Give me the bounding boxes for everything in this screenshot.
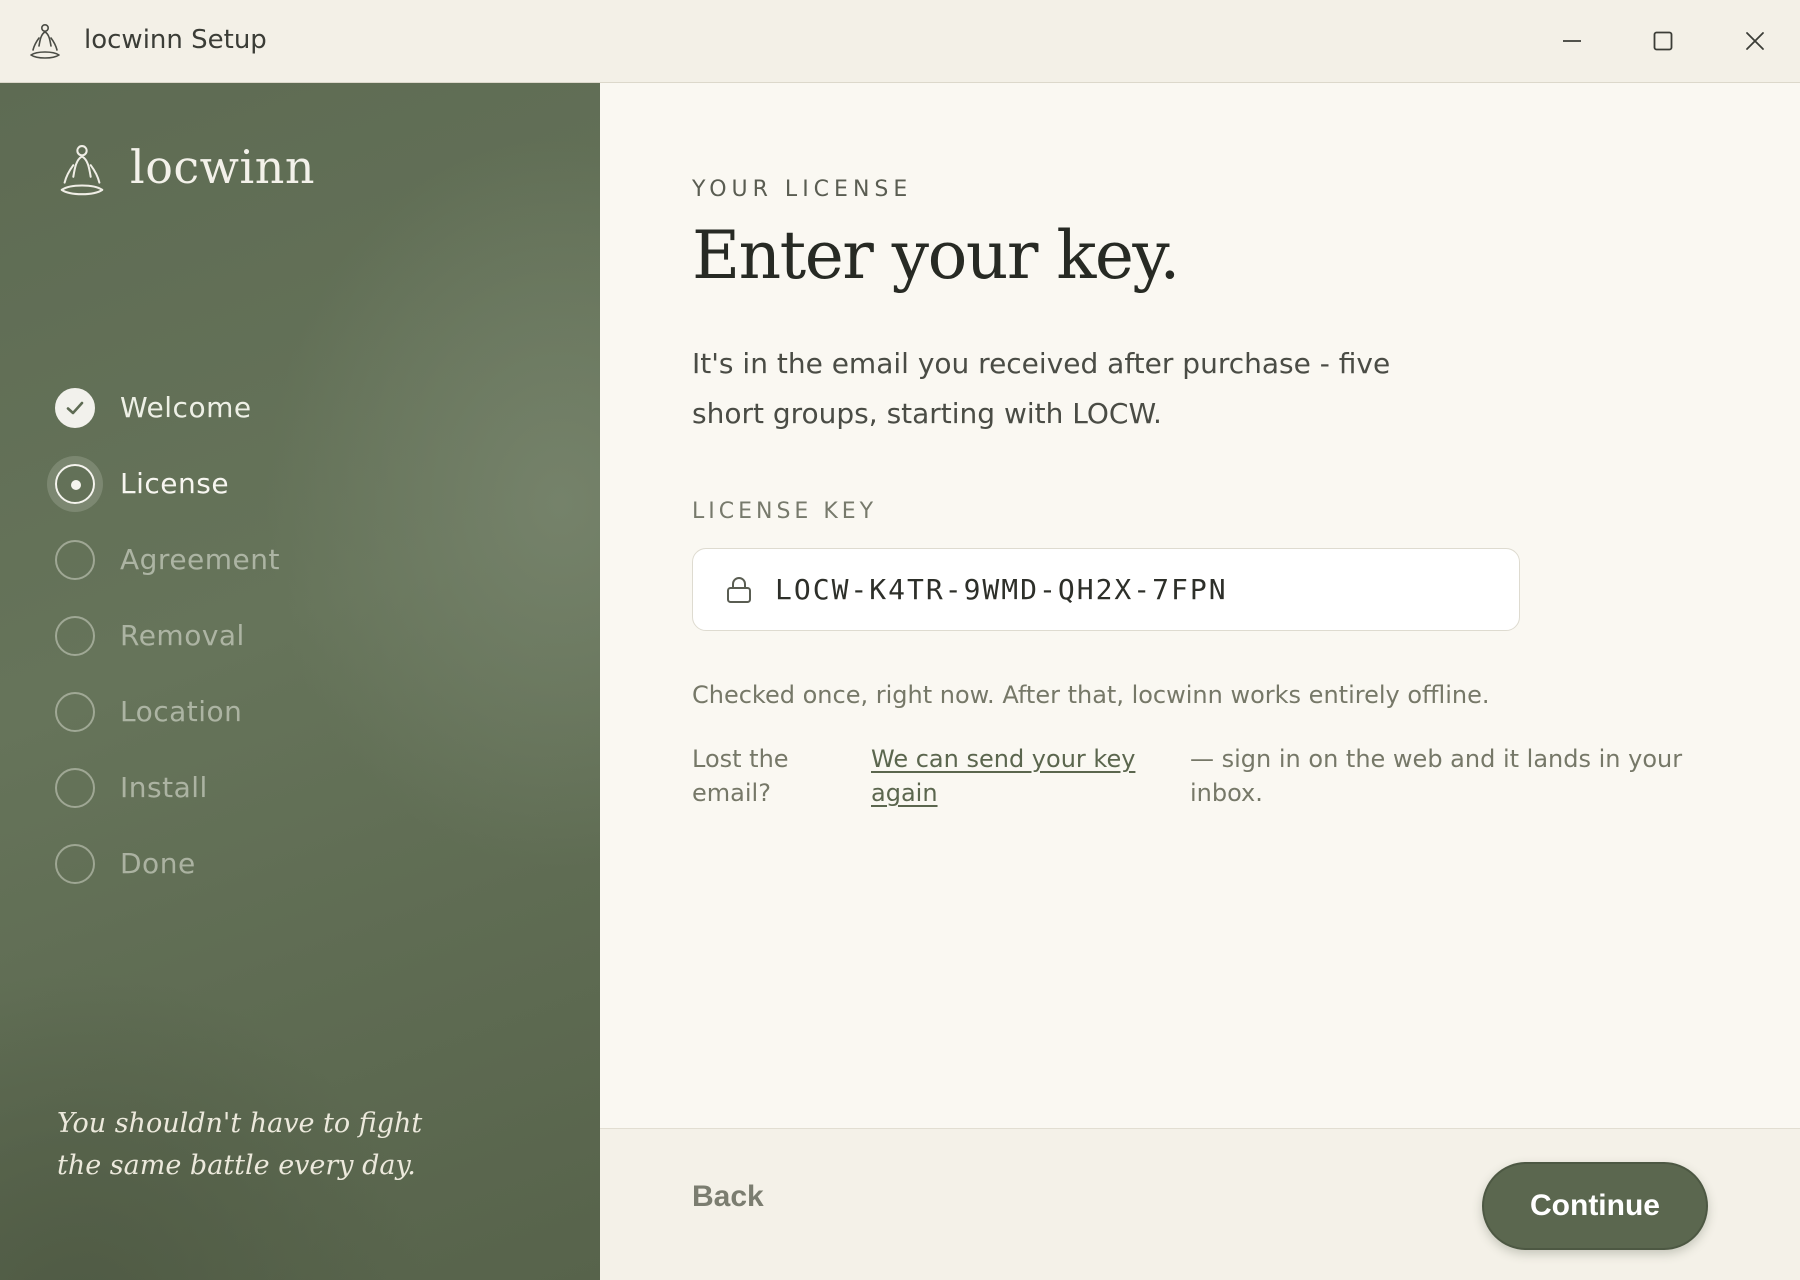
minimize-icon — [1563, 40, 1581, 42]
continue-button[interactable]: Continue — [1482, 1162, 1708, 1250]
wizard-footer: Back Continue — [600, 1128, 1800, 1280]
setup-sidebar: locwinn Welcome License Agreement Remova… — [0, 83, 600, 1280]
step-pending-marker — [55, 692, 95, 732]
maximize-button[interactable] — [1643, 21, 1683, 61]
section-eyebrow: YOUR LICENSE — [692, 177, 913, 202]
step-label: Install — [120, 771, 208, 804]
close-button[interactable] — [1735, 21, 1775, 61]
meditation-logo-icon — [60, 145, 104, 196]
step-pending-marker — [55, 844, 95, 884]
step-license[interactable]: License — [55, 464, 455, 504]
step-label: Welcome — [120, 391, 252, 424]
back-button[interactable]: Back — [692, 1180, 764, 1214]
maximize-icon — [1653, 31, 1673, 51]
window-title: locwinn Setup — [84, 25, 267, 55]
step-pending-marker — [55, 540, 95, 580]
page-title: Enter your key. — [692, 217, 1180, 294]
license-key-field[interactable] — [692, 548, 1520, 631]
step-label: Done — [120, 847, 196, 880]
quote-line: the same battle every day. — [57, 1150, 416, 1181]
step-install[interactable]: Install — [55, 768, 455, 808]
step-label: License — [120, 467, 230, 500]
brand-name: locwinn — [130, 140, 316, 194]
step-label: Removal — [120, 619, 245, 652]
title-bar: locwinn Setup — [0, 0, 1800, 83]
step-complete-marker — [55, 388, 95, 428]
step-location[interactable]: Location — [55, 692, 455, 732]
step-pending-marker — [55, 616, 95, 656]
intro-text: It's in the email you received after pur… — [692, 347, 1391, 430]
step-agreement[interactable]: Agreement — [55, 540, 455, 580]
offline-note: Checked once, right now. After that, loc… — [692, 681, 1490, 709]
checkmark-icon — [66, 401, 84, 415]
step-pending-marker — [55, 768, 95, 808]
lost-email-text: Lost the email? — [692, 745, 789, 807]
meditation-logo-icon — [30, 23, 60, 59]
step-welcome[interactable]: Welcome — [55, 388, 455, 428]
quote-line: You shouldn't have to fight — [57, 1108, 423, 1139]
step-removal[interactable]: Removal — [55, 616, 455, 656]
close-icon — [1746, 32, 1764, 50]
license-key-label: LICENSE KEY — [692, 499, 878, 524]
step-label: Agreement — [120, 543, 281, 576]
minimize-button[interactable] — [1552, 21, 1592, 61]
sidebar-quote: You shouldn't have to fight the same bat… — [57, 1103, 497, 1187]
lock-icon — [727, 576, 751, 603]
step-done[interactable]: Done — [55, 844, 455, 884]
license-key-input[interactable] — [775, 567, 1475, 611]
step-label: Location — [120, 695, 243, 728]
license-panel: YOUR LICENSE Enter your key. It's in the… — [600, 83, 1800, 1128]
step-current-marker — [55, 464, 95, 504]
resend-key-link[interactable]: We can send your key again — [871, 742, 1141, 810]
lost-email-hint: — sign in on the web and it lands in you… — [1190, 745, 1683, 807]
